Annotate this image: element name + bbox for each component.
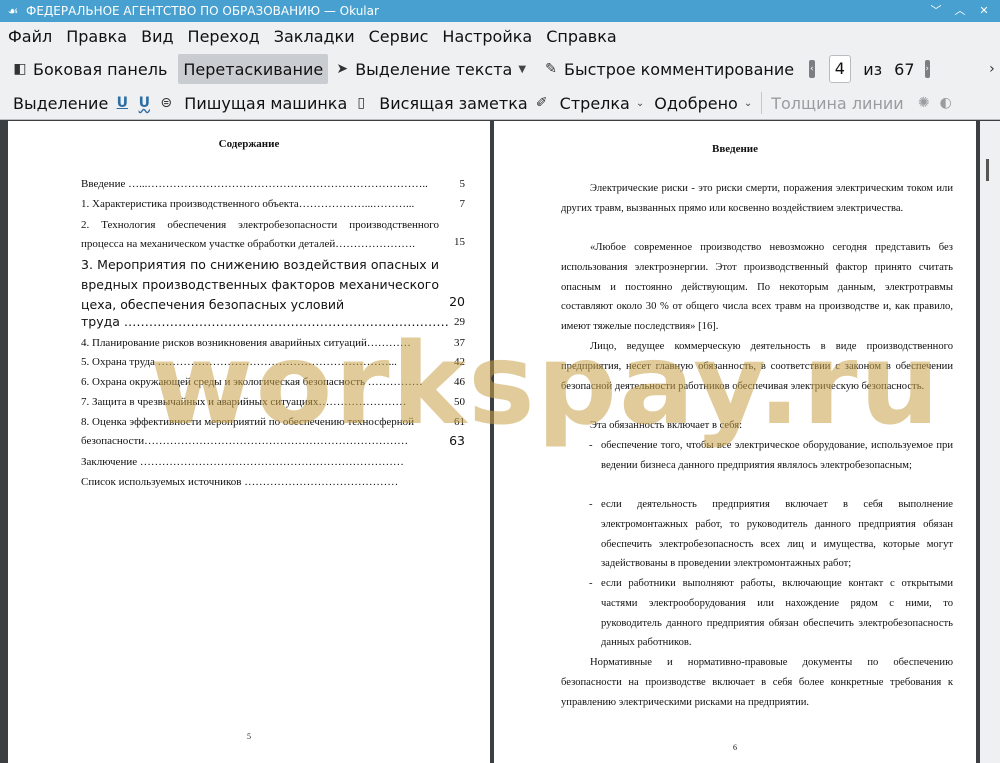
list-item: - обеспечение того, чтобы все электричес… [561,436,953,476]
opacity-icon[interactable]: ◐ [937,94,955,112]
note-icon[interactable]: ▯ [352,94,370,112]
pen-icon: ✎ [545,61,557,77]
page-number: 6 [733,743,737,752]
menu-bookmarks[interactable]: Закладки [268,22,361,51]
drag-mode-button[interactable]: Перетаскивание [178,54,329,84]
main-toolbar: ◧ Боковая панель Перетаскивание ➤ Выделе… [0,51,1000,87]
underline-icon[interactable]: U [113,94,131,112]
page-total: 67 [894,59,915,79]
page-title: Содержание [218,138,280,150]
stamp-label: Одобрено [654,93,738,113]
bullet-dash: - [589,578,593,589]
document-page-5: Содержание Введение …...…………………………………………… [8,121,490,763]
bullet-dash: - [589,499,593,510]
typewriter-button[interactable]: Пишущая машинка [179,88,352,118]
quick-comment-label: Быстрое комментирование [564,59,795,79]
highlight-button[interactable]: Выделение [8,88,113,118]
drag-label: Перетаскивание [183,59,324,79]
page-number: 5 [247,732,251,741]
title-bar: ☙ ФЕДЕРАЛЬНОЕ АГЕНТСТВО ПО ОБРАЗОВАНИЮ —… [0,0,1000,22]
toc-item[interactable]: 7. Защита в чрезвычайных и аварийных сит… [81,395,465,409]
strikeout-icon[interactable]: ⊜ [157,94,175,112]
close-button[interactable]: ✕ [976,3,992,19]
paragraph: Электрические риски - это риски смерти, … [561,183,953,214]
toc-item[interactable]: 5. Охрана труда ………………………………………………………...… [81,355,465,369]
okular-icon: ☙ [7,4,19,18]
menu-settings[interactable]: Настройка [436,22,538,51]
toc-item[interactable]: Заключение ……………………………………………………………… [81,455,465,469]
cursor-icon: ➤ [336,61,349,77]
sidebar-icon: ◧ [13,61,27,77]
menu-edit[interactable]: Правка [60,22,133,51]
page-title: Введение [711,143,759,155]
line-width-button[interactable]: Толщина линии [766,88,909,118]
sticky-note-label: Висящая заметка [379,93,528,113]
menu-go[interactable]: Переход [182,22,266,51]
text-select-label: Выделение текста [355,59,513,79]
toolbar-separator [761,92,763,114]
minimize-button[interactable]: ﹀ [928,3,944,19]
menu-view[interactable]: Вид [135,22,179,51]
maximize-button[interactable]: ︿ [952,3,968,19]
menu-tools[interactable]: Сервис [363,22,435,51]
color-icon[interactable]: ✺ [915,94,933,112]
brush-icon[interactable]: ✐ [533,94,551,112]
sidebar-toggle-button[interactable]: ◧ Боковая панель [6,54,172,84]
toc-item[interactable]: 3. Мероприятия по снижению воздействия о… [81,255,439,315]
vertical-scrollbar[interactable] [980,121,1000,763]
page-number-input[interactable]: 4 [828,55,852,83]
next-page-icon[interactable]: › [924,60,930,78]
window-title: ФЕДЕРАЛЬНОЕ АГЕНТСТВО ПО ОБРАЗОВАНИЮ — O… [26,4,379,18]
toc-item[interactable]: 8. Оценка эффективности мероприятий по о… [81,415,465,429]
annotation-toolbar: Выделение U U ⊜ Пишущая машинка ▯ Висяща… [0,87,1000,120]
paragraph: Эта обязанность включает в себя: [590,420,743,431]
typewriter-label: Пишущая машинка [184,93,348,113]
overflow-chevron-icon[interactable]: › [988,60,996,78]
document-viewport[interactable]: Содержание Введение …...…………………………………………… [0,121,1000,763]
list-item: - если работники выполняют работы, включ… [561,574,953,653]
chevron-down-icon[interactable]: ⌄ [744,98,752,109]
paragraph: Лицо, ведущее коммерческую деятельность … [561,341,953,392]
menu-bar: Файл Правка Вид Переход Закладки Сервис … [0,22,1000,51]
toc-item[interactable]: 2. Технология обеспечения электробезопас… [81,216,439,254]
text-select-button[interactable]: ➤ Выделение текста ▼ [328,54,531,84]
line-width-label: Толщина линии [771,93,904,113]
paragraph: «Любое современное производство невозмож… [561,242,953,333]
toc-item[interactable]: Введение …...…………………………………………………………………..… [81,177,465,191]
stamp-button[interactable]: Одобрено ⌄ [649,88,757,118]
chevron-down-icon[interactable]: ⌄ [636,98,644,109]
bullet-dash: - [589,440,593,451]
paragraph: Нормативные и нормативно-правовые докуме… [561,657,953,708]
toc-item[interactable]: труда …………………………………………………………………… 29 [81,315,465,329]
page-of-label: из [863,59,883,79]
highlight-label: Выделение [13,93,109,113]
toc-item[interactable]: безопасности……………………………………………………………… 63 [81,434,465,448]
previous-page-icon[interactable]: ‹ [809,60,815,78]
menu-help[interactable]: Справка [540,22,623,51]
toc-item[interactable]: 4. Планирование рисков возникновения ава… [81,336,465,350]
toc-item[interactable]: 6. Охрана окружающей среды и экологическ… [81,375,465,389]
toc-item[interactable]: 1. Характеристика производственного объе… [81,197,465,211]
arrow-tool-button[interactable]: Стрелка ⌄ [555,88,650,118]
scrollbar-thumb[interactable] [986,159,989,181]
arrow-label: Стрелка [559,93,630,113]
document-page-6: Введение Электрические риски - это риски… [494,121,976,763]
toc-item[interactable]: Список используемых источников ………………………… [81,475,465,489]
chevron-down-icon[interactable]: ▼ [518,64,526,75]
list-item: - если деятельность предприятия включает… [561,495,953,574]
quick-comment-button[interactable]: ✎ Быстрое комментирование [537,54,799,84]
sticky-note-button[interactable]: Висящая заметка [374,88,532,118]
menu-file[interactable]: Файл [2,22,58,51]
squiggle-underline-icon[interactable]: U [135,94,153,112]
sidebar-label: Боковая панель [33,59,168,79]
